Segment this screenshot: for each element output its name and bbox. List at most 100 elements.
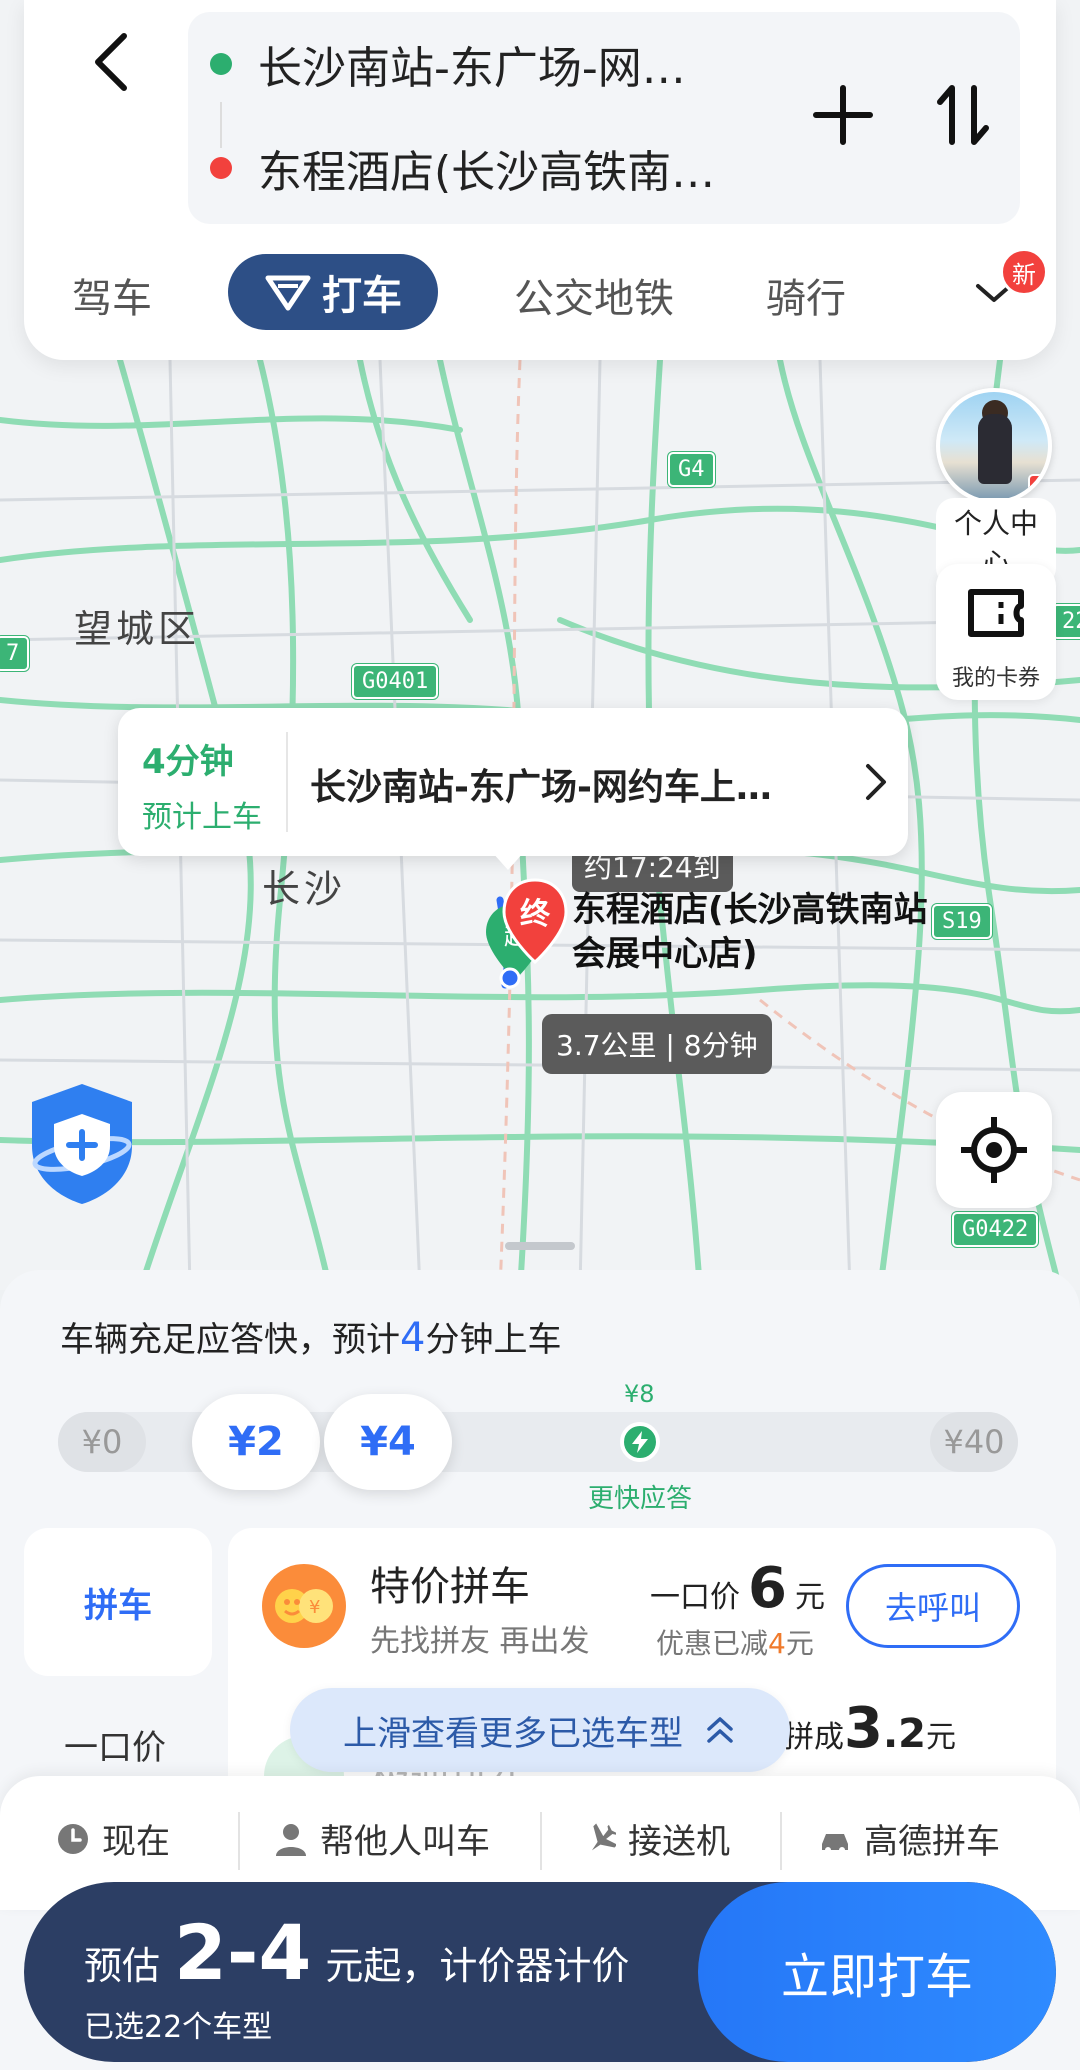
road-tag-g0422: G0422 [952, 1212, 1039, 1247]
pickup-info-bubble[interactable]: 4分钟 预计上车 长沙南站-东广场-网约车上… [118, 708, 908, 856]
ride-options-sheet: 车辆充足应答快，预计4分钟上车 ¥0 ¥40 ¥2 ¥4 ¥8 更快应答 拼车 … [0, 1270, 1080, 2070]
swipe-up-hint[interactable]: 上滑查看更多已选车型 [290, 1688, 790, 1772]
destination-dot-icon [210, 157, 232, 179]
chevron-right-icon [866, 764, 886, 800]
profile-center[interactable]: 个人中心 [936, 388, 1056, 586]
coupon-label: 我的卡券 [951, 666, 1040, 691]
destination-map-label: 东程酒店(长沙高铁南站会展中心店) [572, 890, 928, 974]
slider-max-label: ¥40 [930, 1412, 1018, 1472]
fare-range: 2-4 [174, 1908, 312, 1997]
ride-discount: 优惠已减4元 [656, 1622, 814, 1662]
fare-suffix: 元起，计价器计价 [325, 1944, 630, 1988]
option-call-for-others-label: 帮他人叫车 [320, 1822, 490, 1862]
add-waypoint-icon[interactable] [808, 80, 878, 150]
pickup-address: 长沙南站-东广场-网约车上… [310, 767, 772, 808]
title-prefix: 车辆充足应答快，预计 [60, 1320, 400, 1360]
option-amap-carpool-label: 高德拼车 [864, 1822, 1000, 1862]
sheet-drag-handle[interactable] [505, 1242, 575, 1250]
locate-button[interactable] [936, 1092, 1052, 1208]
title-suffix: 分钟上车 [425, 1320, 562, 1360]
route-input-box: 长沙南站-东广场-网… 东程酒店(长沙高铁南… [188, 12, 1020, 224]
ride2-price-int: 3 [844, 1696, 883, 1761]
origin-field[interactable]: 长沙南站-东广场-网… [210, 32, 686, 96]
city-label: 长沙 [262, 867, 347, 911]
double-chevron-up-icon [707, 1717, 733, 1743]
origin-text: 长沙南站-东广场-网… [258, 43, 686, 94]
carpool-icon: ¥ [262, 1564, 346, 1648]
road-tag-s19: S19 [932, 904, 992, 939]
tab-taxi-label: 打车 [322, 273, 402, 319]
taxi-logo-icon [265, 275, 311, 311]
person-icon [276, 1823, 306, 1856]
call-carpool-button[interactable]: 去呼叫 [846, 1564, 1020, 1648]
clock-icon [58, 1823, 88, 1854]
road-tag-7: 7 [0, 636, 30, 671]
coupon-button[interactable]: 我的卡券 [936, 564, 1056, 700]
avatar-badge-icon [1028, 474, 1048, 498]
price-value: 6 [748, 1556, 787, 1621]
selected-vehicle-count[interactable]: 已选22个车型 [84, 2002, 272, 2046]
discount-prefix: 优惠已减 [656, 1627, 769, 1660]
pickup-eta: 4分钟 [142, 742, 234, 782]
category-carpool[interactable]: 拼车 [24, 1528, 212, 1676]
tab-taxi[interactable]: 打车 [228, 254, 438, 330]
fast-tip-value: ¥8 [624, 1380, 655, 1408]
tip-option-2[interactable]: ¥2 [192, 1394, 320, 1490]
option-airport-label: 接送机 [628, 1822, 730, 1862]
tip-option-4[interactable]: ¥4 [324, 1394, 452, 1490]
pickup-eta-label: 预计上车 [142, 800, 262, 835]
car-icon [822, 1833, 848, 1853]
fast-response-knob[interactable] [620, 1422, 660, 1462]
title-minutes: 4 [400, 1315, 426, 1361]
sheet-title: 车辆充足应答快，预计4分钟上车 [60, 1312, 561, 1361]
ride2-price: 拼成3.2元 [784, 1696, 956, 1761]
ride2-price-prefix: 拼成 [784, 1720, 844, 1755]
fare-prefix: 预估 [84, 1944, 161, 1988]
transport-mode-tabs: 驾车 打车 公交地铁 骑行 新 [24, 248, 1056, 338]
discount-value: 4 [768, 1627, 786, 1660]
back-arrow-icon[interactable] [72, 22, 152, 102]
distance-tag: 3.7公里 | 8分钟 [542, 1014, 772, 1074]
slider-min-label: ¥0 [58, 1412, 146, 1472]
option-airport[interactable]: 接送机 [582, 1814, 730, 1863]
ride-name: 特价拼车 [370, 1564, 530, 1610]
tab-drive[interactable]: 驾车 [72, 266, 152, 324]
destination-field[interactable]: 东程酒店(长沙高铁南… [210, 136, 715, 200]
bubble-tail [492, 852, 524, 870]
swap-route-icon[interactable] [928, 80, 998, 150]
option-now[interactable]: 现在 [56, 1814, 170, 1863]
options-divider [238, 1812, 240, 1870]
safety-shield-icon[interactable] [24, 1080, 140, 1208]
tab-transit[interactable]: 公交地铁 [514, 266, 674, 324]
end-marker-text: 终 [520, 897, 551, 932]
route-header: 长沙南站-东广场-网… 东程酒店(长沙高铁南… 驾车 打车 公交地铁 骑行 新 [24, 0, 1056, 360]
category-fixed-price[interactable]: 一口价 [64, 1720, 166, 1769]
new-badge: 新 [1000, 248, 1048, 296]
options-divider [780, 1812, 782, 1870]
ticket-icon [968, 589, 1024, 637]
fast-response-label: 更快应答 [588, 1484, 693, 1514]
airplane-icon [591, 1822, 616, 1850]
road-tag-g4: G4 [668, 452, 715, 487]
end-pin-icon: 终 [502, 878, 568, 965]
ride-price: 一口价 6 元 [650, 1556, 825, 1621]
options-divider [540, 1812, 542, 1870]
road-tag-22: 22 [1052, 604, 1080, 639]
destination-text: 东程酒店(长沙高铁南… [258, 147, 716, 198]
swipe-hint-text: 上滑查看更多已选车型 [343, 1713, 683, 1754]
option-call-for-others[interactable]: 帮他人叫车 [274, 1814, 490, 1863]
option-amap-carpool[interactable]: 高德拼车 [818, 1814, 1000, 1863]
bubble-divider [286, 732, 288, 832]
price-unit: 元 [794, 1580, 825, 1615]
origin-dot-icon [210, 53, 232, 75]
tab-cycling[interactable]: 骑行 [766, 266, 846, 324]
price-prefix: 一口价 [650, 1580, 740, 1615]
road-tag-g0401: G0401 [352, 664, 439, 699]
locate-icon [961, 1117, 1027, 1183]
lightning-icon [632, 1431, 648, 1453]
hail-now-button[interactable]: 立即打车 [698, 1882, 1056, 2062]
discount-unit: 元 [785, 1627, 814, 1660]
ride2-price-unit: 元 [926, 1720, 956, 1755]
fare-action-bar: 预估 2-4 元起，计价器计价 已选22个车型 立即打车 [24, 1882, 1056, 2062]
district-label: 望城区 [74, 607, 201, 651]
